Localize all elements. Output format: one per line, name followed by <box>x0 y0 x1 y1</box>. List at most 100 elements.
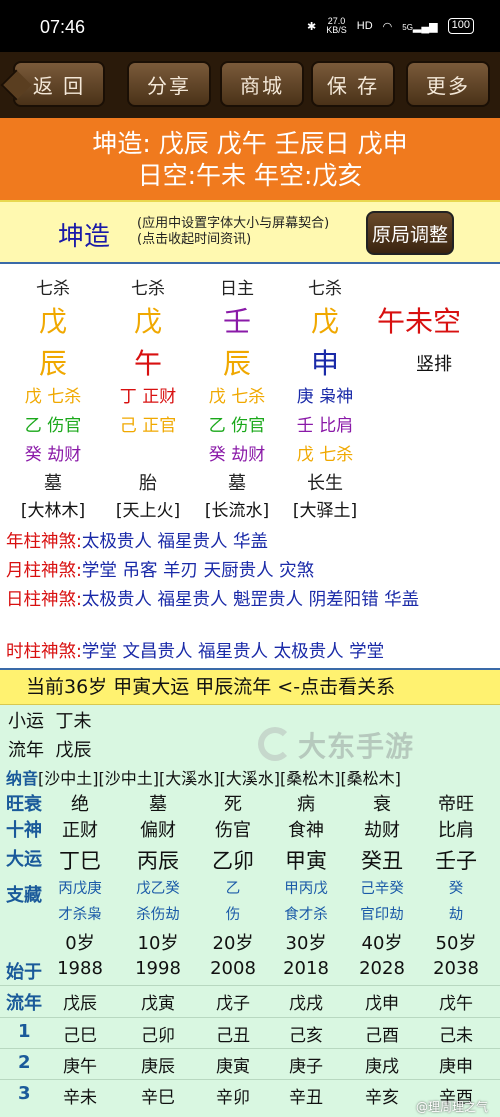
clock: 07:46 <box>40 17 86 37</box>
row-label: 支藏 <box>6 885 42 906</box>
grid-cell[interactable]: 戊子 <box>195 989 271 1014</box>
pillar-stem: 戊 <box>310 305 339 338</box>
grid-cell[interactable]: 1998 <box>120 958 196 979</box>
grid-cell[interactable]: 壬子 <box>418 845 494 875</box>
hidden-stem: 己 正官 <box>119 416 177 436</box>
grid-cell[interactable]: 乙卯 <box>195 845 271 875</box>
pillar-branch: 辰 <box>222 347 251 380</box>
grid-cell[interactable]: 己辛癸 <box>344 877 420 898</box>
grid-cell[interactable]: 丁巳 <box>42 845 118 875</box>
grid-cell[interactable]: 乙 <box>195 877 271 898</box>
grid-cell[interactable]: 绝 <box>42 790 118 816</box>
grid-cell[interactable]: 戊辰 <box>42 989 118 1014</box>
back-button[interactable]: 返 回 <box>13 61 105 107</box>
shensha-row: 日柱神煞:太极贵人 福星贵人 魁罡贵人 阴差阳错 华盖 <box>6 590 420 610</box>
grid-cell[interactable]: 丙戊庚 <box>42 877 118 898</box>
grid-cell[interactable]: 2008 <box>195 958 271 979</box>
grid-cell[interactable]: 比肩 <box>418 816 494 842</box>
grid-cell[interactable]: 2028 <box>344 958 420 979</box>
grid-cell[interactable]: 20岁 <box>195 929 271 955</box>
row-divider <box>0 1048 500 1049</box>
grid-cell[interactable]: 己巳 <box>42 1021 118 1046</box>
grid-cell[interactable]: 食神 <box>268 816 344 842</box>
hidden-stem: 乙 伤官 <box>24 416 82 436</box>
grid-cell[interactable]: 己卯 <box>120 1021 196 1046</box>
grid-cell[interactable]: 戊申 <box>344 989 420 1014</box>
grid-cell[interactable]: 戊午 <box>418 989 494 1014</box>
current-luck-bar[interactable]: 当前36岁 甲寅大运 甲辰流年 <-点击看关系 <box>0 668 500 705</box>
grid-cell[interactable]: 病 <box>268 790 344 816</box>
grid-cell[interactable]: 庚午 <box>42 1052 118 1077</box>
grid-cell[interactable]: 辛丑 <box>268 1083 344 1108</box>
grid-cell[interactable]: 戊戌 <box>268 989 344 1014</box>
grid-cell[interactable]: 甲丙戊 <box>268 877 344 898</box>
grid-cell[interactable]: 伤官 <box>195 816 271 842</box>
grid-cell[interactable]: 庚寅 <box>195 1052 271 1077</box>
credit-watermark: @理周理之气 <box>415 1100 488 1114</box>
pillars-panel: 七杀戊辰戊 七杀乙 伤官癸 劫财墓 [大林木] 七杀戊午丁 正财己 正官胎 [天上火]… <box>0 262 500 668</box>
row-label: 2 <box>18 1052 31 1073</box>
grid-cell[interactable]: 己未 <box>418 1021 494 1046</box>
grid-cell[interactable]: 正财 <box>42 816 118 842</box>
grid-cell[interactable]: 癸丑 <box>344 845 420 875</box>
grid-cell[interactable]: 甲寅 <box>268 845 344 875</box>
hidden-stem: 癸 劫财 <box>24 445 82 465</box>
grid-cell[interactable]: 30岁 <box>268 929 344 955</box>
grid-cell[interactable]: 2018 <box>268 958 344 979</box>
more-button[interactable]: 更多 <box>406 61 490 107</box>
grid-cell[interactable]: 劫财 <box>344 816 420 842</box>
grid-cell[interactable]: 己亥 <box>268 1021 344 1046</box>
grid-cell[interactable]: 衰 <box>344 790 420 816</box>
grid-cell[interactable]: 劫 <box>418 903 494 924</box>
grid-cell[interactable]: 戊寅 <box>120 989 196 1014</box>
grid-cell[interactable]: 50岁 <box>418 929 494 955</box>
grid-cell[interactable]: 庚辰 <box>120 1052 196 1077</box>
grid-cell[interactable]: 死 <box>195 790 271 816</box>
grid-cell[interactable]: 辛巳 <box>120 1083 196 1108</box>
share-button[interactable]: 分享 <box>127 61 211 107</box>
grid-cell[interactable]: 庚戌 <box>344 1052 420 1077</box>
grid-cell[interactable]: 帝旺 <box>418 790 494 816</box>
shop-button[interactable]: 商城 <box>220 61 304 107</box>
grid-cell[interactable]: 己丑 <box>195 1021 271 1046</box>
grid-cell[interactable]: 偏财 <box>120 816 196 842</box>
grid-cell[interactable]: 墓 <box>120 790 196 816</box>
vertical-toggle[interactable]: 竖排 <box>416 350 452 376</box>
grid-cell[interactable]: 2038 <box>418 958 494 979</box>
hidden-stem: 丁 正财 <box>119 387 177 407</box>
grid-cell[interactable]: 丙辰 <box>120 845 196 875</box>
grid-cell[interactable]: 庚子 <box>268 1052 344 1077</box>
info-bar[interactable]: 坤造 (应用中设置字体大小与屏幕契合) (点击收起时间资讯) 原局调整 <box>0 200 500 262</box>
grid-cell[interactable]: 40岁 <box>344 929 420 955</box>
watermark-logo-icon <box>258 727 292 761</box>
grid-cell[interactable]: 伤 <box>195 903 271 924</box>
grid-cell[interactable]: 癸 <box>418 877 494 898</box>
grid-cell[interactable]: 食才杀 <box>268 903 344 924</box>
hidden-stem: 壬 比肩 <box>296 416 354 436</box>
pillar-stage: 墓 <box>228 473 246 494</box>
grid-cell[interactable]: 庚申 <box>418 1052 494 1077</box>
adjust-chart-button[interactable]: 原局调整 <box>366 211 454 255</box>
grid-cell[interactable]: 辛亥 <box>344 1083 420 1108</box>
grid-cell[interactable]: 官印劫 <box>344 903 420 924</box>
save-button[interactable]: 保 存 <box>311 61 395 107</box>
pillar-stem: 戊 <box>133 305 162 338</box>
pillar-nayin: [天上火] <box>115 501 181 521</box>
pillar-nayin: [长流水] <box>204 501 270 521</box>
kong-label: 午未空 <box>377 305 462 338</box>
grid-cell[interactable]: 辛未 <box>42 1083 118 1108</box>
grid-cell[interactable]: 己酉 <box>344 1021 420 1046</box>
grid-cell[interactable]: 戊乙癸 <box>120 877 196 898</box>
grid-cell[interactable]: 才杀枭 <box>42 903 118 924</box>
grid-cell[interactable]: 0岁 <box>42 929 118 955</box>
pillar-stage: 长生 <box>307 473 343 494</box>
grid-cell[interactable]: 10岁 <box>120 929 196 955</box>
grid-cell[interactable]: 杀伤劫 <box>120 903 196 924</box>
row-divider <box>0 1017 500 1018</box>
pillar-nayin: [大林木] <box>20 501 86 521</box>
row-label: 大运 <box>6 849 42 870</box>
hint-text[interactable]: (应用中设置字体大小与屏幕契合) (点击收起时间资讯) <box>137 216 329 248</box>
grid-cell[interactable]: 1988 <box>42 958 118 979</box>
hidden-stem: 癸 劫财 <box>208 445 266 465</box>
grid-cell[interactable]: 辛卯 <box>195 1083 271 1108</box>
